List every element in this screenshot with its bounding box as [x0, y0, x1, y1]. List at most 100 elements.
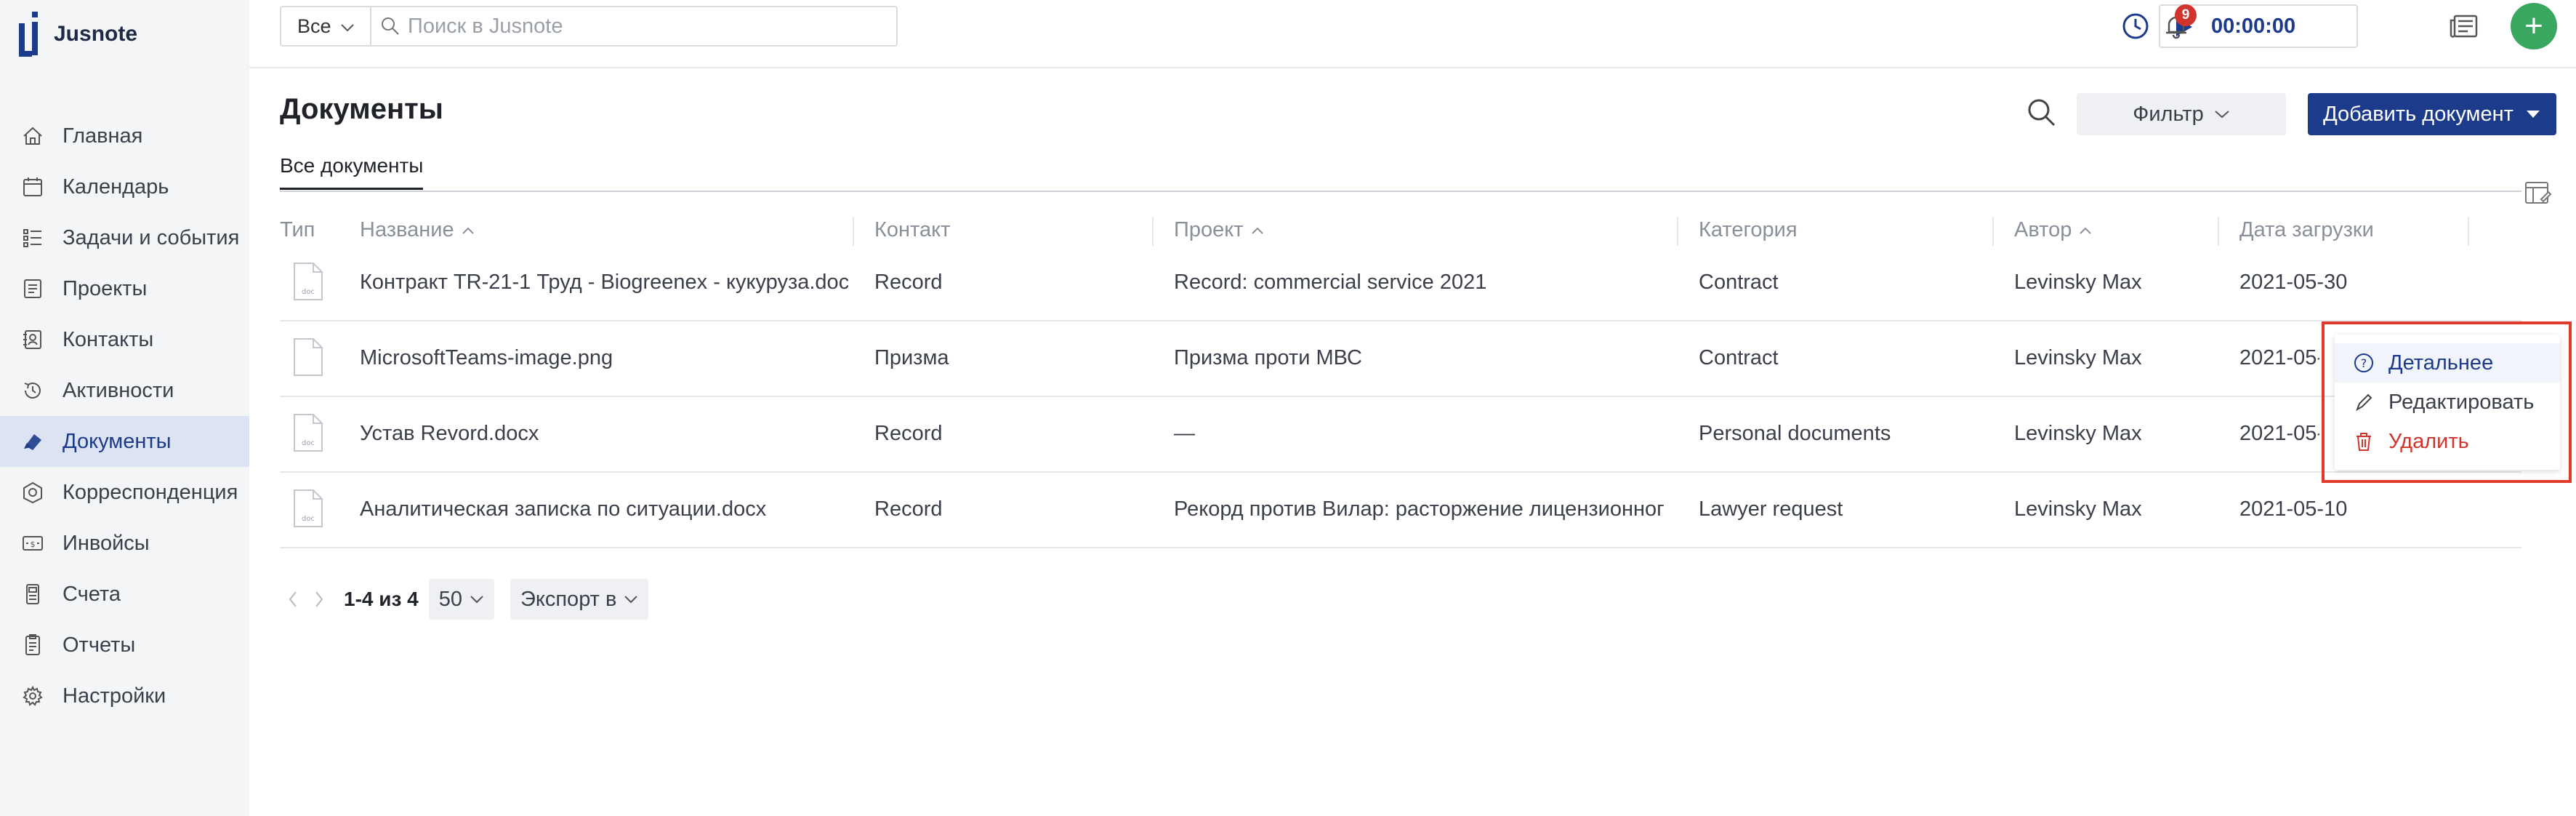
sidebar-item-invoices[interactable]: $ Инвойсы: [0, 518, 249, 569]
sidebar-item-label: Календарь: [63, 175, 169, 199]
sidebar-item-tasks[interactable]: Задачи и события: [0, 212, 249, 263]
document-date: 2021-05-: [2239, 345, 2319, 369]
file-type-label: doc: [302, 288, 315, 296]
tab-all-documents[interactable]: Все документы: [280, 154, 424, 190]
filter-button[interactable]: Фильтр: [2077, 93, 2286, 135]
menu-item-edit[interactable]: Редактировать: [2335, 383, 2560, 422]
table-row[interactable]: MicrosoftTeams-image.png Призма Призма п…: [280, 320, 2521, 397]
page-title: Документы: [280, 93, 443, 125]
news-icon[interactable]: [2448, 10, 2480, 42]
document-category: Lawyer request: [1699, 497, 1843, 521]
document-author: Levinsky Max: [2014, 497, 2142, 521]
menu-item-label: Удалить: [2388, 429, 2469, 453]
chevron-down-icon: [624, 595, 638, 604]
document-category: Personal documents: [1699, 421, 1891, 445]
activity-icon: [20, 378, 45, 403]
pencil-icon: [2352, 391, 2375, 414]
next-page-icon[interactable]: [306, 579, 332, 620]
column-separator: [1992, 217, 1994, 246]
column-header-category[interactable]: Категория: [1699, 218, 1798, 242]
table-row[interactable]: doc Контракт TR-21-1 Труд - Biogreenex -…: [280, 244, 2521, 321]
sidebar-item-label: Проекты: [63, 276, 148, 300]
column-header-contact[interactable]: Контакт: [874, 218, 950, 242]
column-label: Название: [360, 218, 454, 241]
search-scope-value: Все: [297, 15, 331, 37]
export-dropdown[interactable]: Экспорт в: [510, 579, 649, 620]
menu-item-label: Детальнее: [2388, 351, 2494, 375]
document-category: Contract: [1699, 270, 1779, 294]
document-contact: Record: [874, 497, 943, 521]
chevron-down-icon: [470, 595, 484, 604]
sidebar-item-home[interactable]: Главная: [0, 111, 249, 161]
document-date: 2021-05-30: [2239, 270, 2348, 294]
sidebar-item-documents[interactable]: Документы: [0, 416, 249, 467]
document-contact: Record: [874, 421, 943, 445]
column-label: Дата загрузки: [2239, 218, 2374, 241]
add-document-button[interactable]: Добавить документ: [2308, 93, 2556, 135]
sidebar-item-calendar[interactable]: Календарь: [0, 161, 249, 212]
document-contact: Record: [874, 270, 943, 294]
sidebar-item-correspondence[interactable]: Корреспонденция: [0, 467, 249, 518]
sort-up-icon: [1251, 226, 1264, 235]
page-size-select[interactable]: 50: [428, 579, 494, 620]
clock-icon[interactable]: [2120, 10, 2152, 42]
document-name[interactable]: Устав Revord.docx: [360, 396, 848, 471]
trash-icon: [2352, 430, 2375, 453]
menu-item-delete[interactable]: Удалить: [2335, 422, 2560, 461]
top-bar: Все Поиск в Jusnote 00:00:00: [249, 0, 2576, 68]
sidebar-item-label: Инвойсы: [63, 531, 150, 555]
sidebar-item-label: Документы: [63, 429, 172, 453]
page-size-value: 50: [438, 587, 462, 611]
sidebar-item-label: Корреспонденция: [63, 480, 238, 504]
pagination-range: 1-4 из 4: [344, 588, 419, 610]
notifications-bell-icon[interactable]: 9: [2160, 4, 2197, 42]
quick-add-button[interactable]: +: [2511, 3, 2557, 49]
jusnote-logo-icon: [17, 9, 39, 60]
file-icon: [293, 337, 323, 377]
sidebar-item-reports[interactable]: Отчеты: [0, 620, 249, 671]
menu-item-label: Редактировать: [2388, 390, 2535, 414]
timer-value: 00:00:00: [2211, 14, 2296, 38]
prev-page-icon[interactable]: [280, 579, 306, 620]
document-name[interactable]: MicrosoftTeams-image.png: [360, 320, 848, 396]
calendar-icon: [20, 175, 45, 199]
chevron-down-icon: [2214, 109, 2230, 119]
column-separator: [1677, 217, 1678, 246]
menu-item-details[interactable]: ? Детальнее: [2335, 343, 2560, 383]
search-scope-select[interactable]: Все: [280, 6, 370, 47]
sidebar-item-projects[interactable]: Проекты: [0, 263, 249, 314]
document-name[interactable]: Контракт TR-21-1 Труд - Biogreenex - кук…: [360, 244, 848, 320]
document-category: Contract: [1699, 345, 1779, 369]
column-header-name[interactable]: Название: [360, 218, 475, 242]
column-settings-icon[interactable]: [2522, 177, 2553, 208]
search-icon[interactable]: [2025, 96, 2058, 129]
svg-text:$: $: [31, 540, 36, 549]
search-input[interactable]: Поиск в Jusnote: [370, 6, 898, 47]
sort-up-icon: [462, 226, 475, 235]
column-header-author[interactable]: Автор: [2014, 218, 2092, 242]
file-type-label: doc: [302, 439, 315, 447]
sidebar-item-label: Счета: [63, 582, 121, 606]
tasks-icon: [20, 225, 45, 250]
app-logo[interactable]: Jusnote: [17, 9, 137, 60]
column-header-upload-date[interactable]: Дата загрузки: [2239, 218, 2374, 242]
sidebar-item-settings[interactable]: Настройки: [0, 671, 249, 721]
column-header-project[interactable]: Проект: [1174, 218, 1264, 242]
table-row[interactable]: doc Аналитическая записка по ситуации.do…: [280, 471, 2521, 548]
column-separator: [2218, 217, 2219, 246]
doc-file-icon: doc: [293, 262, 323, 301]
svg-text:?: ?: [2361, 356, 2367, 370]
document-name[interactable]: Аналитическая записка по ситуации.docx: [360, 471, 848, 547]
sidebar-item-contacts[interactable]: Контакты: [0, 314, 249, 365]
file-type-label: doc: [302, 515, 315, 523]
column-separator: [853, 217, 854, 246]
sidebar-item-accounts[interactable]: Счета: [0, 569, 249, 620]
notifications-badge: 9: [2175, 4, 2197, 26]
column-label: Тип: [280, 218, 315, 241]
chevron-down-icon: [340, 15, 355, 38]
sidebar-item-activity[interactable]: Активности: [0, 365, 249, 416]
document-project: —: [1174, 421, 1195, 445]
table-row[interactable]: doc Устав Revord.docx Record — Personal …: [280, 396, 2521, 473]
sort-up-icon: [2079, 226, 2092, 235]
search-icon: [380, 16, 401, 36]
